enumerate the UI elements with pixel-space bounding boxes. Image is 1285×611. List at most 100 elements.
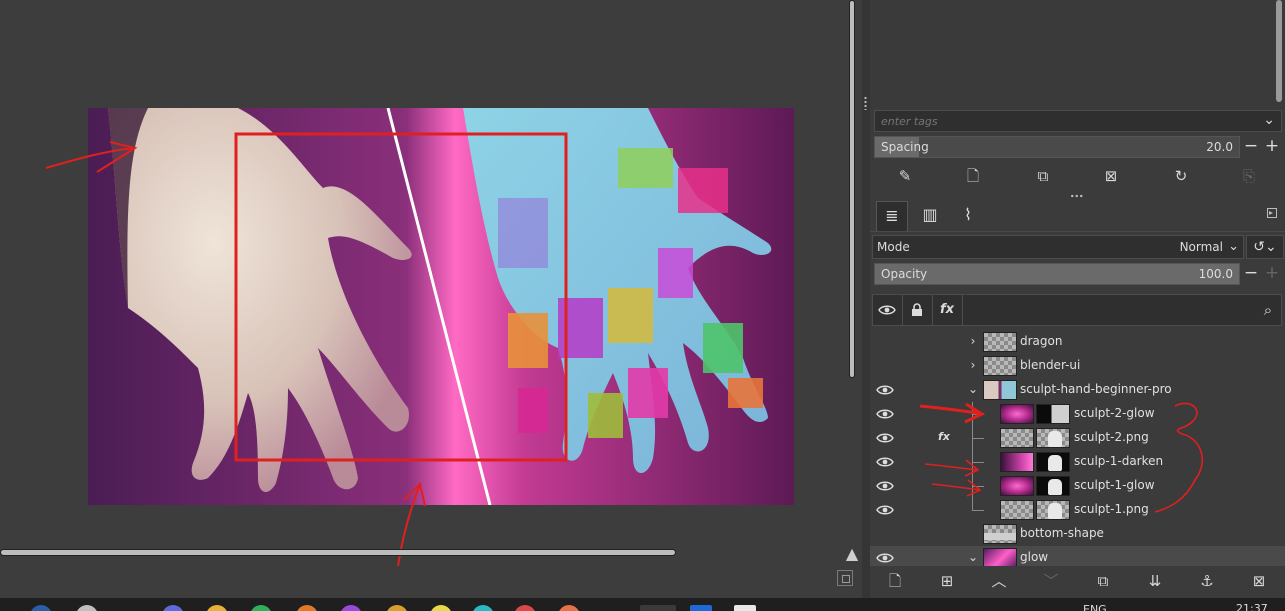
- layer-mask-thumbnail: [1036, 500, 1070, 520]
- new-brush-icon[interactable]: 🗋: [962, 166, 984, 186]
- delete-layer-icon[interactable]: ⊠: [1248, 571, 1270, 591]
- taskbar-app-icon[interactable]: [430, 605, 452, 611]
- spacing-decrease-button[interactable]: −: [1242, 136, 1260, 158]
- merge-layer-icon[interactable]: ⇊: [1144, 571, 1166, 591]
- layer-name: sculpt-hand-beginner-pro: [1020, 382, 1172, 396]
- layer-thumbnail: [1000, 476, 1034, 496]
- anchor-layer-icon[interactable]: ⚓: [1196, 571, 1218, 591]
- layer-row-glow[interactable]: ⌄ glow: [870, 546, 1285, 566]
- opacity-slider[interactable]: Opacity 100.0: [874, 263, 1240, 285]
- tags-input[interactable]: [875, 111, 1267, 131]
- layer-row-sculp-1-darken[interactable]: sculp-1-darken: [870, 450, 1285, 474]
- layer-thumbnail: [983, 548, 1017, 566]
- layer-name: blender-ui: [1020, 358, 1081, 372]
- opacity-increase-button[interactable]: +: [1263, 263, 1281, 285]
- spacing-increase-button[interactable]: +: [1263, 136, 1281, 158]
- layer-row-bottom-shape[interactable]: bottom-shape: [870, 522, 1285, 546]
- taskbar-app-icon[interactable]: [734, 605, 756, 611]
- clock[interactable]: 21:37: [1236, 602, 1268, 611]
- search-icon[interactable]: ⌕: [1257, 301, 1279, 321]
- layer-mode-select[interactable]: Mode Normal ⌄: [872, 235, 1244, 259]
- tab-layers-icon[interactable]: ≣: [876, 201, 908, 231]
- fx-icon: fx: [938, 430, 950, 443]
- dock-divider[interactable]: [862, 0, 870, 598]
- spacing-label: Spacing: [881, 140, 929, 154]
- eye-icon[interactable]: [876, 477, 898, 495]
- layer-row-dragon[interactable]: › dragon: [870, 330, 1285, 354]
- eye-icon[interactable]: [876, 549, 898, 566]
- tab-menu-icon[interactable]: [1267, 208, 1277, 218]
- layer-row-sculpt-1-glow[interactable]: sculpt-1-glow: [870, 474, 1285, 498]
- canvas-vertical-scrollbar[interactable]: [846, 0, 858, 380]
- taskbar-app-icon[interactable]: [296, 605, 318, 611]
- taskbar-app-icon[interactable]: [558, 605, 580, 611]
- chevron-right-icon[interactable]: ›: [966, 334, 980, 348]
- layer-row-sculpt-2-glow[interactable]: sculpt-2-glow: [870, 402, 1285, 510]
- language-indicator[interactable]: ENG: [1083, 603, 1107, 611]
- layer-row-blender-ui[interactable]: › blender-ui: [870, 354, 1285, 378]
- brush-tags-field[interactable]: ⌄: [874, 110, 1282, 132]
- eye-icon[interactable]: [876, 301, 898, 321]
- new-layer-group-icon[interactable]: ⊞: [936, 571, 958, 591]
- mode-value: Normal: [1179, 240, 1223, 254]
- layer-row-sculpt-hand-beginner-pro[interactable]: ⌄ sculpt-hand-beginner-pro: [870, 378, 1285, 402]
- taskbar-app-icon[interactable]: [206, 605, 228, 611]
- edit-brush-icon[interactable]: ✎: [894, 166, 916, 186]
- eye-icon[interactable]: [876, 501, 898, 519]
- layer-name: sculpt-1.png: [1074, 502, 1149, 516]
- image-canvas-area[interactable]: ▲: [0, 0, 862, 598]
- layer-thumbnail: [1000, 428, 1034, 448]
- layer-thumbnail: [1000, 404, 1034, 424]
- new-layer-icon[interactable]: 🗋: [884, 571, 906, 591]
- layer-row-sculpt-2-png[interactable]: fx sculpt-2.png: [870, 426, 1285, 450]
- chevron-right-icon[interactable]: ›: [966, 358, 980, 372]
- raise-layer-icon[interactable]: ︿: [988, 571, 1010, 591]
- image-canvas[interactable]: [88, 108, 794, 505]
- canvas-pointer-icon[interactable]: ▲: [843, 545, 861, 563]
- chevron-down-icon[interactable]: ⌄: [966, 550, 980, 564]
- duplicate-brush-icon[interactable]: ⧉: [1032, 166, 1054, 186]
- mode-reset-icon[interactable]: ↺⌄: [1246, 235, 1284, 259]
- lower-layer-icon[interactable]: ﹀: [1040, 571, 1062, 591]
- layer-row-sculpt-1-png[interactable]: sculpt-1.png: [870, 498, 1285, 522]
- duplicate-layer-icon[interactable]: ⧉: [1092, 571, 1114, 591]
- spacing-slider[interactable]: Spacing 20.0: [874, 136, 1240, 158]
- tab-channels-icon[interactable]: ▥: [914, 201, 946, 231]
- layer-thumbnail: [1000, 452, 1034, 472]
- layer-thumbnail: [983, 524, 1017, 544]
- chevron-down-icon[interactable]: ⌄: [966, 382, 980, 396]
- layer-name: sculpt-2-glow: [1074, 406, 1155, 420]
- taskbar-app-icon[interactable]: [162, 605, 184, 611]
- eye-icon[interactable]: [876, 405, 898, 423]
- chevron-down-icon[interactable]: ⌄: [1263, 112, 1275, 128]
- layer-mode-row: Mode Normal ⌄ ↺⌄: [870, 235, 1285, 259]
- taskbar-app-icon[interactable]: [690, 605, 712, 611]
- eye-icon[interactable]: [876, 381, 898, 399]
- tab-paths-icon[interactable]: ⌇: [952, 201, 984, 231]
- copy-location-icon[interactable]: ⎘: [1238, 166, 1260, 186]
- eye-icon[interactable]: [876, 453, 898, 471]
- taskbar-app-icon[interactable]: [250, 605, 272, 611]
- mode-label: Mode: [877, 240, 910, 254]
- taskbar-app-icon[interactable]: [340, 605, 362, 611]
- chevron-down-icon: ⌄: [1228, 239, 1239, 254]
- layer-mask-thumbnail: [1036, 452, 1070, 472]
- brush-list-scrollbar[interactable]: [1276, 0, 1282, 102]
- eye-icon[interactable]: [876, 429, 898, 447]
- taskbar-app-icon[interactable]: [30, 605, 52, 611]
- canvas-horizontal-scrollbar[interactable]: [0, 546, 680, 558]
- taskbar-app-icon[interactable]: [472, 605, 494, 611]
- navigate-preview-icon[interactable]: [837, 570, 853, 586]
- refresh-brushes-icon[interactable]: ↻: [1170, 166, 1192, 186]
- delete-brush-icon[interactable]: ⊠: [1100, 166, 1122, 186]
- taskbar-app-icon[interactable]: [76, 605, 98, 611]
- fx-icon[interactable]: fx: [936, 301, 958, 321]
- taskbar-app-icon[interactable]: [386, 605, 408, 611]
- layer-name: sculp-1-darken: [1074, 454, 1164, 468]
- lock-icon[interactable]: [906, 301, 928, 321]
- opacity-decrease-button[interactable]: −: [1242, 263, 1260, 285]
- taskbar-app-icon[interactable]: [640, 605, 676, 611]
- layer-list[interactable]: › dragon › blender-ui ⌄ sculpt-hand-begi…: [870, 330, 1285, 566]
- taskbar-app-icon[interactable]: [514, 605, 536, 611]
- spacing-value: 20.0: [1206, 140, 1233, 154]
